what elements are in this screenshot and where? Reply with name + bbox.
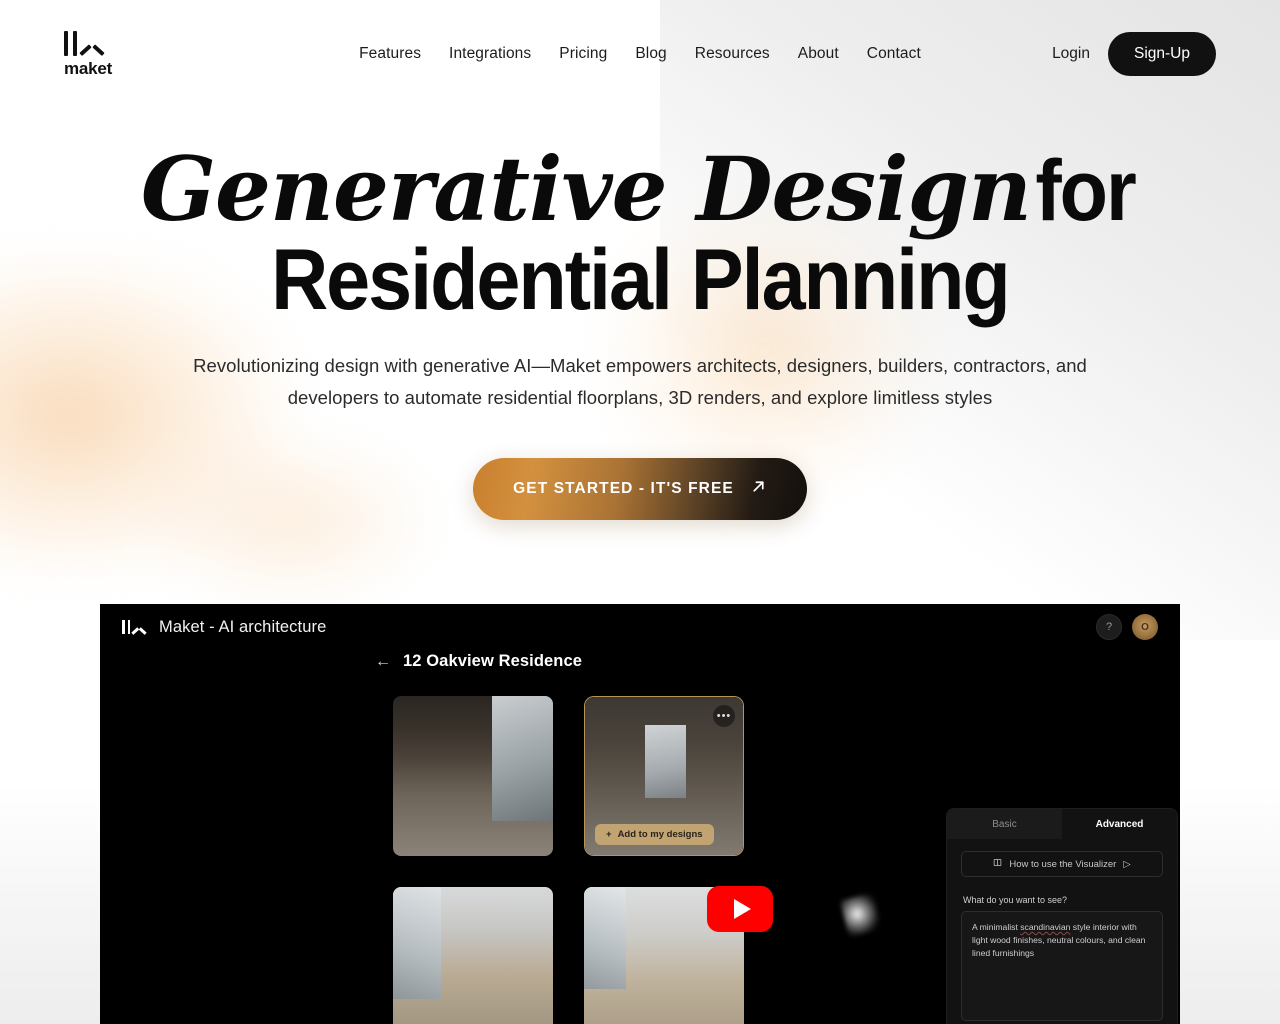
nav-item-blog[interactable]: Blog <box>635 45 666 63</box>
signup-button[interactable]: Sign-Up <box>1108 32 1216 76</box>
panel-tabs: Basic Advanced <box>947 809 1177 839</box>
hero-title-rest: for <box>1035 143 1136 239</box>
brand-logo[interactable]: maket <box>64 30 112 79</box>
logo-bar-2 <box>73 30 77 56</box>
more-options-icon[interactable]: ••• <box>713 705 735 727</box>
render-card-living-bright[interactable] <box>393 887 553 1024</box>
brand-name: maket <box>64 58 113 78</box>
app-topbar: Maket - AI architecture ? O <box>100 604 1180 650</box>
prompt-textarea[interactable]: A minimalist scandinavian style interior… <box>961 911 1163 1021</box>
product-demo-video[interactable]: Maket - AI architecture ? O ← 12 Oakview… <box>100 604 1180 1024</box>
how-to-use-visualizer-label: How to use the Visualizer <box>1009 858 1117 870</box>
nav-item-resources[interactable]: Resources <box>695 45 770 63</box>
tab-basic[interactable]: Basic <box>947 809 1062 839</box>
app-title: Maket - AI architecture <box>159 617 327 636</box>
prompt-label: What do you want to see? <box>963 895 1068 905</box>
cursor-hand-icon <box>839 892 883 938</box>
logo-caret-icon <box>82 43 102 56</box>
hero-title-line-2: Residential Planning <box>271 231 1011 328</box>
login-link[interactable]: Login <box>1052 45 1090 63</box>
add-to-my-designs-label: Add to my designs <box>617 829 703 840</box>
nav-item-contact[interactable]: Contact <box>867 45 921 63</box>
hero-section: Generative Design for Residential Planni… <box>0 144 1280 521</box>
play-triangle-icon: ▷ <box>1123 858 1131 870</box>
maket-logo-icon <box>64 30 102 56</box>
nav-item-pricing[interactable]: Pricing <box>559 45 607 63</box>
nav-item-about[interactable]: About <box>798 45 839 63</box>
project-title: 12 Oakview Residence <box>403 652 583 670</box>
plus-icon: + <box>606 829 612 840</box>
logo-bar-1 <box>64 30 68 56</box>
render-grid: ••• + Add to my designs <box>393 696 755 1024</box>
how-to-use-visualizer-button[interactable]: How to use the Visualizer ▷ <box>961 851 1163 877</box>
play-triangle <box>733 899 751 919</box>
page-title: Generative Design for Residential Planni… <box>0 144 1280 324</box>
header-actions: Login Sign-Up <box>1052 32 1216 76</box>
youtube-play-icon[interactable] <box>707 886 773 932</box>
render-card-kitchen-living[interactable] <box>393 696 553 856</box>
hero-title-italic: Generative Design <box>140 137 1032 241</box>
hero-subtitle: Revolutionizing design with generative A… <box>193 355 1087 409</box>
prompt-text-misspelled: scandinavian <box>1020 922 1071 932</box>
site-header: maket Features Integrations Pricing Blog… <box>0 0 1280 108</box>
prompt-text-a: A minimalist <box>972 922 1021 932</box>
book-icon <box>993 858 1002 870</box>
hero-title-line-1: Generative Design for <box>0 144 1280 236</box>
arrow-left-icon[interactable]: ← <box>375 653 391 671</box>
arrow-up-right-icon <box>750 478 767 500</box>
get-started-label: GET STARTED - IT'S FREE <box>513 480 734 498</box>
app-topbar-actions: ? O <box>1096 614 1158 640</box>
primary-navigation: Features Integrations Pricing Blog Resou… <box>359 45 921 63</box>
help-icon[interactable]: ? <box>1096 614 1122 640</box>
breadcrumb: ← 12 Oakview Residence <box>375 652 582 671</box>
render-card-living-dark[interactable]: ••• + Add to my designs <box>584 696 744 856</box>
nav-item-integrations[interactable]: Integrations <box>449 45 531 63</box>
add-to-my-designs-button[interactable]: + Add to my designs <box>595 824 714 845</box>
get-started-button[interactable]: GET STARTED - IT'S FREE <box>473 458 807 521</box>
visualizer-tool-panel: Basic Advanced How to use the Visualizer… <box>946 808 1178 1024</box>
render-image <box>393 887 553 1024</box>
nav-item-features[interactable]: Features <box>359 45 421 63</box>
hero-cta-wrap: GET STARTED - IT'S FREE <box>0 458 1280 521</box>
avatar[interactable]: O <box>1132 614 1158 640</box>
tab-advanced[interactable]: Advanced <box>1062 809 1177 839</box>
app-logo-icon <box>122 620 145 634</box>
render-image <box>393 696 553 856</box>
